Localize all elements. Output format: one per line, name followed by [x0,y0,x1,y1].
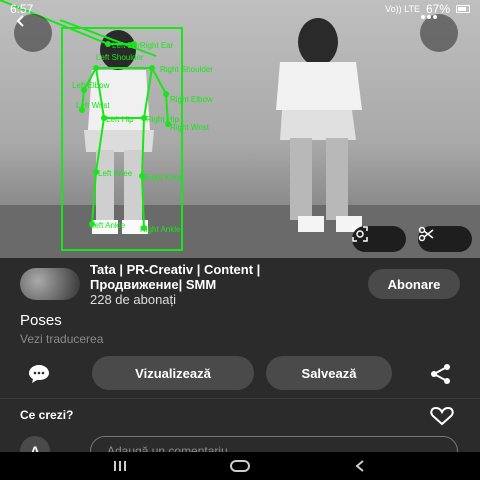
system-nav-bar [0,452,480,480]
system-back-icon [355,460,364,472]
label-left-hip: Left Hip [106,115,134,124]
right-figure [276,18,362,232]
visit-button[interactable]: Vizualizează [92,356,254,390]
label-right-hip: Right Hip [146,115,179,124]
label-right-elbow: Right Elbow [170,95,213,104]
label-left-ear: Left Ear [112,41,140,50]
share-icon[interactable] [430,364,452,384]
follow-button[interactable]: Abonare [368,269,460,299]
label-right-ankle: Right Ankle [140,225,181,234]
crop-button[interactable] [418,226,472,252]
battery-icon [456,5,470,13]
label-right-knee: Right Knee [144,173,184,182]
pin-image[interactable]: Left Ear Right Ear Left Shoulder Right S… [0,0,480,258]
pin-photo: Left Ear Right Ear Left Shoulder Right S… [0,0,480,258]
home-button[interactable] [220,454,260,478]
translate-link[interactable]: Vezi traducerea [20,332,103,346]
status-time: 6:57 [10,2,34,16]
label-left-shoulder: Left Shoulder [96,53,144,62]
creator-info[interactable]: Tata | PR-Creativ | Content | Продвижени… [90,262,358,307]
visual-search-button[interactable] [352,226,406,252]
creator-avatar[interactable] [20,268,80,300]
battery-percent: 67% [425,2,450,16]
label-left-elbow: Left Elbow [72,81,110,90]
heart-icon[interactable] [430,406,454,426]
scissors-icon [418,226,434,242]
comment-icon[interactable] [28,364,50,384]
more-options-button[interactable] [420,14,458,52]
status-icons: Vo)) LTE 67% [385,2,470,16]
recent-apps-icon [114,461,126,471]
recent-apps-button[interactable] [100,454,140,478]
back-button[interactable] [14,14,52,52]
system-back-button[interactable] [340,454,380,478]
label-left-ankle: Left Ankle [90,221,126,230]
label-right-shoulder: Right Shoulder [160,65,213,74]
creator-name-line2: Продвижение| SMM [90,276,217,292]
label-right-ear: Right Ear [140,41,174,50]
save-button[interactable]: Salvează [266,356,392,390]
label-right-wrist: Right Wrist [170,123,210,132]
follower-count: 228 de abonați [90,291,177,307]
status-bar: 6:57 Vo)) LTE 67% [0,0,480,18]
home-icon [230,460,250,472]
visual-search-icon [352,226,368,242]
creator-row: Tata | PR-Creativ | Content | Продвижени… [0,262,480,307]
label-left-wrist: Left Wrist [76,101,110,110]
pin-title: Poses [20,312,62,329]
action-row: Vizualizează Salvează [0,354,480,392]
network-label: Vo)) LTE [385,4,420,14]
divider [0,398,480,399]
comments-heading: Ce crezi? [20,408,74,422]
creator-name-line1: Tata | PR-Creativ | Content | [90,261,261,277]
label-left-knee: Left Knee [98,169,133,178]
